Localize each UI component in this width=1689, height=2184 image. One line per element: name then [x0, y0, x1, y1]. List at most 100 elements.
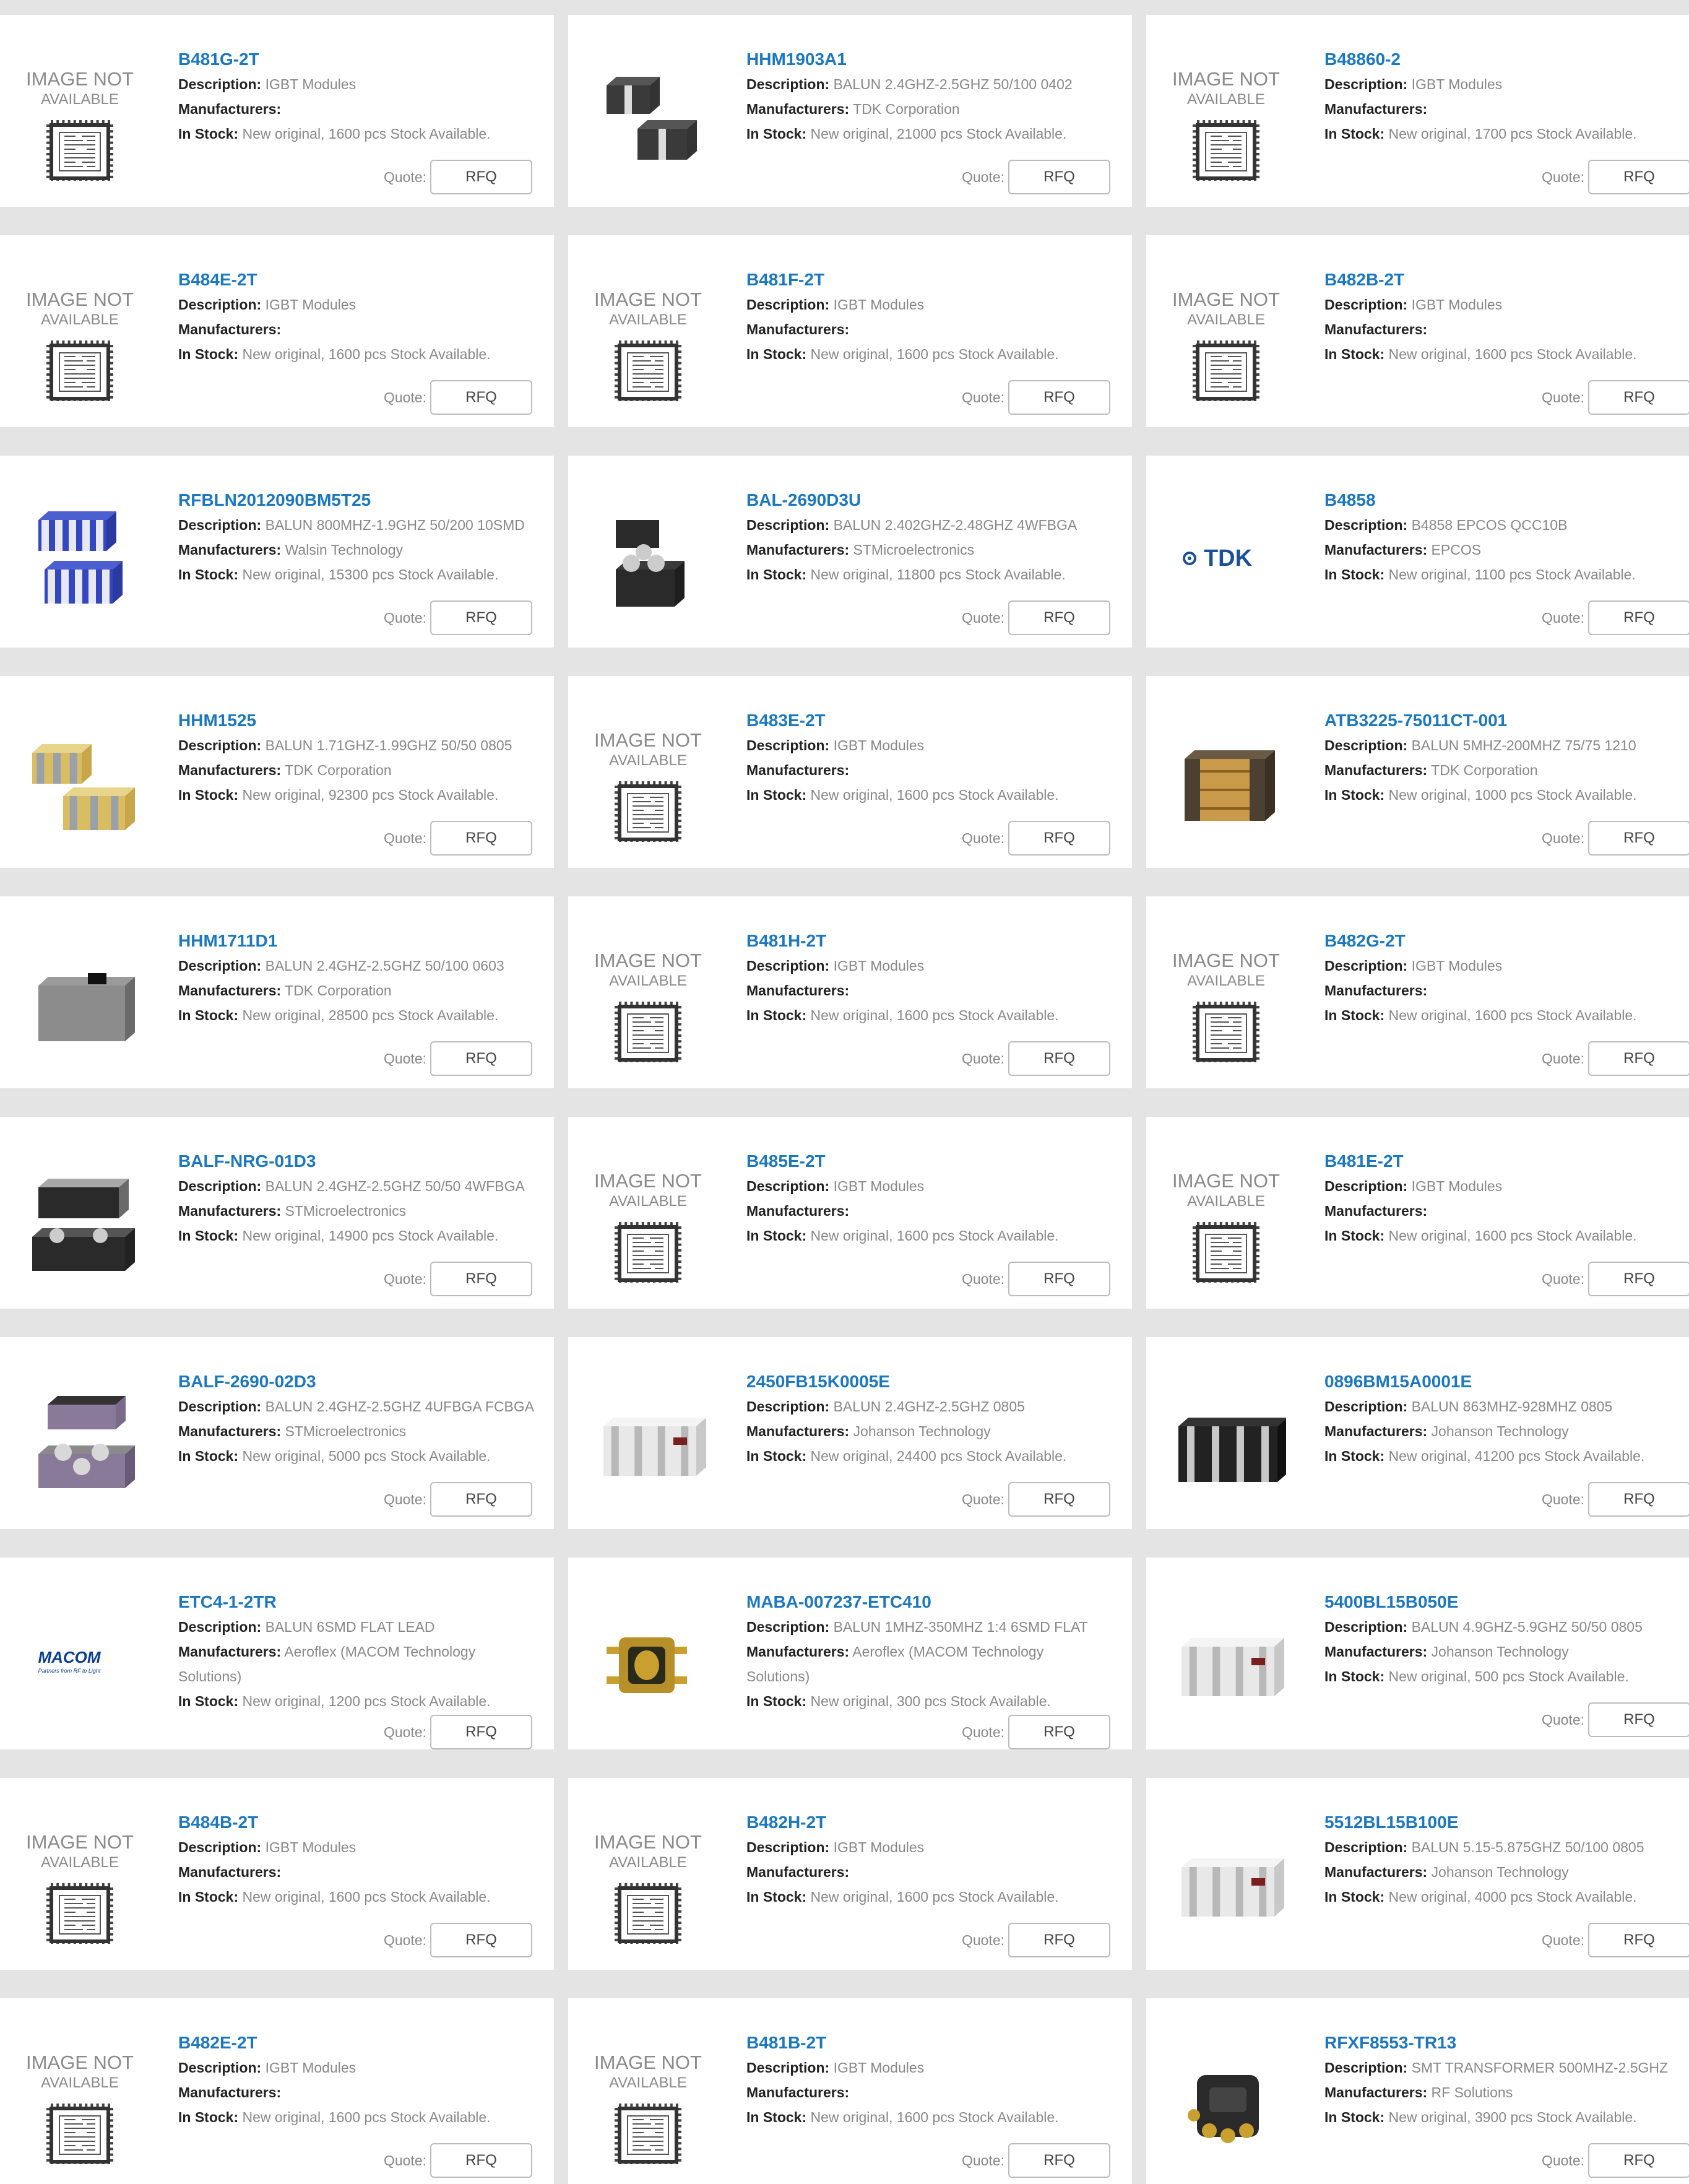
rfq-button[interactable]: RFQ — [430, 1715, 532, 1749]
rfq-button[interactable]: RFQ — [1008, 1715, 1110, 1749]
product-image[interactable] — [588, 501, 708, 622]
product-image[interactable]: IMAGE NOT AVAILABLE — [588, 942, 708, 1062]
product-image[interactable] — [20, 1383, 140, 1503]
product-image[interactable] — [588, 1603, 708, 1723]
product-image[interactable] — [1166, 1824, 1286, 1944]
rfq-button[interactable]: RFQ — [1588, 600, 1689, 635]
rfq-button[interactable]: RFQ — [1008, 1923, 1110, 1957]
rfq-button[interactable]: RFQ — [1588, 160, 1689, 194]
product-part-link[interactable]: B482G-2T — [1324, 929, 1689, 953]
product-image[interactable]: IMAGE NOT AVAILABLE — [588, 1163, 708, 1283]
rfq-button[interactable]: RFQ — [430, 821, 532, 856]
product-image[interactable] — [20, 722, 140, 842]
rfq-button[interactable]: RFQ — [430, 2143, 532, 2178]
product-part-link[interactable]: 5512BL15B100E — [1324, 1810, 1689, 1835]
product-part-link[interactable]: B482E-2T — [178, 2030, 554, 2055]
product-part-link[interactable]: B48860-2 — [1324, 47, 1689, 72]
product-part-link[interactable]: B485E-2T — [746, 1149, 1132, 1174]
product-part-link[interactable]: BALF-NRG-01D3 — [178, 1149, 554, 1174]
product-part-link[interactable]: BAL-2690D3U — [746, 488, 1132, 513]
rfq-button[interactable]: RFQ — [1008, 1482, 1110, 1517]
product-image[interactable]: IMAGE NOT AVAILABLE — [588, 1824, 708, 1944]
product-image[interactable] — [588, 61, 708, 181]
product-image[interactable]: IMAGE NOT AVAILABLE — [1166, 942, 1286, 1062]
product-image[interactable] — [1166, 1383, 1286, 1503]
product-info: B485E-2T Description: IGBT Modules Manuf… — [746, 1149, 1132, 1248]
product-image[interactable]: TDK — [1166, 501, 1286, 622]
stock-value: New original, 24400 pcs Stock Available. — [810, 1448, 1067, 1464]
product-image[interactable] — [1166, 1603, 1286, 1723]
product-image[interactable] — [20, 501, 140, 622]
product-part-link[interactable]: B483E-2T — [746, 708, 1132, 733]
product-part-link[interactable]: B481H-2T — [746, 929, 1132, 953]
rfq-button[interactable]: RFQ — [1588, 1923, 1689, 1957]
rfq-button[interactable]: RFQ — [1008, 821, 1110, 856]
product-part-link[interactable]: BALF-2690-02D3 — [178, 1369, 554, 1394]
rfq-button[interactable]: RFQ — [1588, 380, 1689, 415]
stock-label: In Stock: — [178, 126, 239, 142]
product-part-link[interactable]: HHM1903A1 — [746, 47, 1132, 72]
rfq-button[interactable]: RFQ — [430, 1923, 532, 1957]
manufacturers-row: Manufacturers: — [746, 1860, 1132, 1884]
rfq-button[interactable]: RFQ — [430, 1262, 532, 1296]
rfq-button[interactable]: RFQ — [430, 380, 532, 415]
product-part-link[interactable]: 2450FB15K0005E — [746, 1369, 1132, 1394]
product-part-link[interactable]: RFBLN2012090BM5T25 — [178, 488, 554, 513]
product-image[interactable]: IMAGE NOT AVAILABLE — [20, 2044, 140, 2164]
product-image[interactable] — [20, 942, 140, 1062]
rfq-button[interactable]: RFQ — [430, 600, 532, 635]
product-image[interactable]: IMAGE NOT AVAILABLE — [588, 281, 708, 401]
manufacturers-label: Manufacturers: — [178, 1203, 282, 1219]
rfq-button[interactable]: RFQ — [1008, 380, 1110, 415]
product-part-link[interactable]: B484B-2T — [178, 1810, 554, 1835]
product-part-link[interactable]: ETC4-1-2TR — [178, 1590, 554, 1614]
rfq-button[interactable]: RFQ — [1588, 1702, 1689, 1737]
product-image[interactable]: IMAGE NOT AVAILABLE — [20, 61, 140, 181]
rfq-button[interactable]: RFQ — [1588, 821, 1689, 856]
rfq-button[interactable]: RFQ — [1588, 1041, 1689, 1076]
description-row: Description: IGBT Modules — [746, 1835, 1132, 1860]
product-image[interactable]: IMAGE NOT AVAILABLE — [1166, 61, 1286, 181]
product-part-link[interactable]: 0896BM15A0001E — [1324, 1369, 1689, 1394]
rfq-button[interactable]: RFQ — [430, 160, 532, 194]
rfq-button[interactable]: RFQ — [1008, 160, 1110, 194]
rfq-button[interactable]: RFQ — [1588, 1262, 1689, 1296]
rfq-button[interactable]: RFQ — [1008, 1041, 1110, 1076]
rfq-button[interactable]: RFQ — [430, 1041, 532, 1076]
rfq-button[interactable]: RFQ — [1008, 600, 1110, 635]
rfq-button[interactable]: RFQ — [1008, 1262, 1110, 1296]
product-part-link[interactable]: B481E-2T — [1324, 1149, 1689, 1174]
product-image[interactable]: MACOM Partners from RF to Light — [20, 1603, 140, 1723]
product-image[interactable] — [1166, 722, 1286, 842]
product-part-link[interactable]: B482B-2T — [1324, 267, 1689, 292]
rfq-button[interactable]: RFQ — [430, 1482, 532, 1517]
svg-text:IMAGE NOT: IMAGE NOT — [594, 1170, 702, 1192]
product-part-link[interactable]: MABA-007237-ETC410 — [746, 1590, 1132, 1614]
product-part-link[interactable]: HHM1711D1 — [178, 929, 554, 953]
product-part-link[interactable]: RFXF8553-TR13 — [1324, 2030, 1689, 2055]
product-image[interactable] — [1166, 2044, 1286, 2164]
product-image[interactable]: IMAGE NOT AVAILABLE — [1166, 281, 1286, 401]
rfq-button[interactable]: RFQ — [1008, 2143, 1110, 2178]
product-image[interactable] — [20, 1163, 140, 1283]
product-part-link[interactable]: B481B-2T — [746, 2030, 1132, 2055]
product-image[interactable]: IMAGE NOT AVAILABLE — [588, 2044, 708, 2164]
product-part-link[interactable]: B484E-2T — [178, 267, 554, 292]
product-image[interactable] — [588, 1383, 708, 1503]
rfq-button[interactable]: RFQ — [1588, 2143, 1689, 2178]
rfq-button[interactable]: RFQ — [1588, 1482, 1689, 1517]
product-part-link[interactable]: HHM1525 — [178, 708, 554, 733]
product-image[interactable]: IMAGE NOT AVAILABLE — [20, 1824, 140, 1944]
product-card: IMAGE NOT AVAILABLE B481H-2T Description… — [568, 896, 1132, 1088]
quote-row: Quote: RFQ — [1443, 160, 1689, 194]
product-image[interactable]: IMAGE NOT AVAILABLE — [20, 281, 140, 401]
product-part-link[interactable]: B481G-2T — [178, 47, 554, 72]
product-part-link[interactable]: B482H-2T — [746, 1810, 1132, 1835]
product-part-link[interactable]: 5400BL15B050E — [1324, 1590, 1689, 1614]
product-part-link[interactable]: B4858 — [1324, 488, 1689, 513]
product-image[interactable]: IMAGE NOT AVAILABLE — [588, 722, 708, 842]
product-part-link[interactable]: ATB3225-75011CT-001 — [1324, 708, 1689, 733]
stock-row: In Stock: New original, 1600 pcs Stock A… — [1324, 1223, 1689, 1248]
product-image[interactable]: IMAGE NOT AVAILABLE — [1166, 1163, 1286, 1283]
product-part-link[interactable]: B481F-2T — [746, 267, 1132, 292]
